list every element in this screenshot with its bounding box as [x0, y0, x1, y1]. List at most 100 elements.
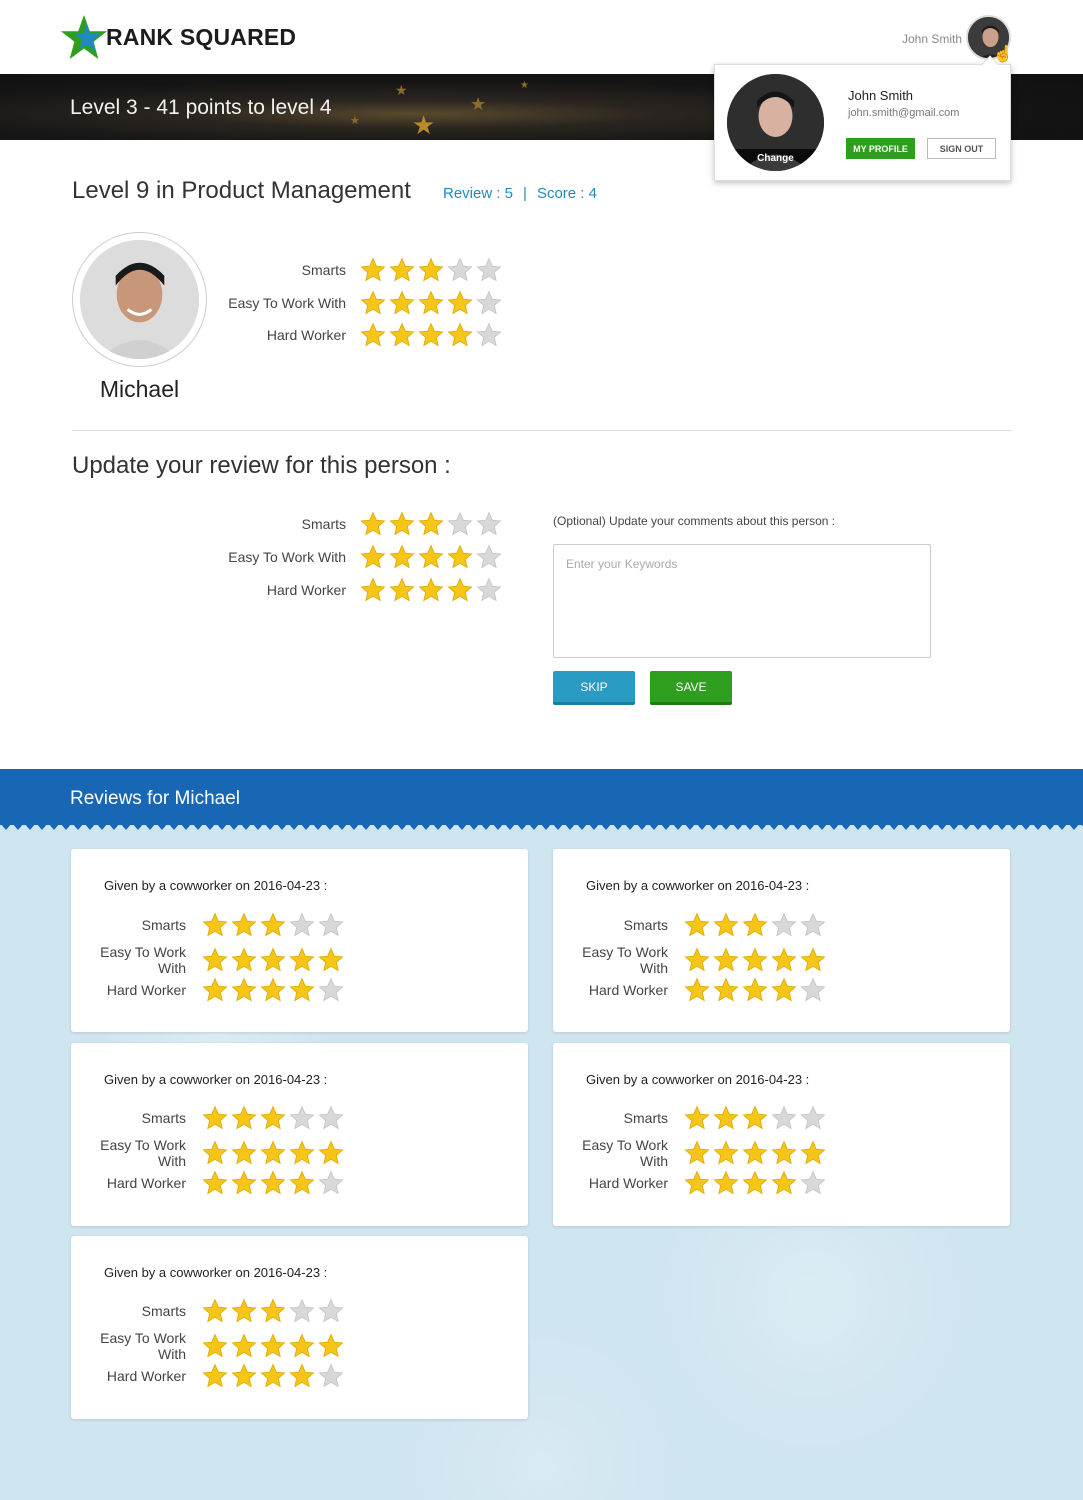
star-icon	[318, 1333, 344, 1358]
header-user-name[interactable]: John Smith	[902, 32, 962, 46]
star-rating	[202, 912, 347, 938]
person-face-icon	[80, 240, 199, 359]
review-rating-easy-to-work-with: Easy To Work With	[71, 1330, 347, 1362]
star-icon	[713, 977, 739, 1002]
star-icon	[360, 257, 386, 282]
rating-label: Hard Worker	[588, 1175, 668, 1191]
star-icon	[800, 912, 826, 937]
star-icon	[231, 1140, 257, 1165]
star-icon	[202, 1363, 228, 1388]
update-review-title: Update your review for this person :	[72, 452, 451, 479]
rating-label: Hard Worker	[106, 1368, 186, 1384]
star-icon	[684, 1170, 710, 1195]
review-card-title: Given by a cowworker on 2016-04-23 :	[586, 1072, 810, 1087]
review-rating-smarts: Smarts	[553, 912, 829, 938]
star-rating-input[interactable]	[360, 511, 505, 537]
star-icon[interactable]	[476, 577, 502, 603]
star-icon	[318, 1298, 344, 1323]
star-icon	[713, 1140, 739, 1165]
star-icon[interactable]	[360, 544, 386, 570]
star-icon[interactable]	[360, 511, 386, 537]
rating-label: Easy To Work With	[582, 1137, 668, 1169]
star-icon	[684, 912, 710, 937]
star-icon	[418, 290, 444, 315]
banner-star-icon: ★	[350, 115, 360, 127]
update-rating-hard-worker[interactable]: Hard Worker	[201, 577, 505, 603]
brand-logo[interactable]: RANK SQUARED	[60, 12, 296, 62]
star-icon[interactable]	[476, 511, 502, 537]
star-icon[interactable]	[447, 577, 473, 603]
star-icon	[684, 977, 710, 1002]
star-icon	[476, 257, 502, 282]
star-rating	[202, 1105, 347, 1131]
level-progress-text: Level 3 - 41 points to level 4	[70, 96, 332, 119]
change-photo-button[interactable]: Change	[727, 149, 824, 171]
update-rating-easy-to-work-with[interactable]: Easy To Work With	[201, 544, 505, 570]
star-rating	[684, 1105, 829, 1131]
zigzag-edge	[0, 823, 1083, 830]
rating-label: Smarts	[141, 917, 186, 933]
star-icon[interactable]	[418, 511, 444, 537]
star-rating	[202, 1298, 347, 1324]
star-icon[interactable]	[447, 544, 473, 570]
product-level-title: Level 9 in Product Management	[72, 177, 411, 204]
star-icon	[289, 1363, 315, 1388]
review-card: Given by a cowworker on 2016-04-23 : Sma…	[71, 1236, 528, 1419]
star-rating-input[interactable]	[360, 577, 505, 603]
star-rating	[202, 947, 347, 973]
star-icon	[742, 912, 768, 937]
my-profile-button[interactable]: MY PROFILE	[846, 138, 915, 159]
star-icon	[800, 1170, 826, 1195]
review-count-link[interactable]: Review : 5	[443, 185, 513, 202]
star-icon[interactable]	[389, 544, 415, 570]
skip-button[interactable]: SKIP	[553, 671, 635, 705]
star-icon	[389, 257, 415, 282]
star-icon	[231, 977, 257, 1002]
star-icon	[713, 1170, 739, 1195]
review-rating-hard-worker: Hard Worker	[553, 1170, 829, 1196]
star-icon	[289, 1333, 315, 1358]
star-icon	[289, 977, 315, 1002]
star-icon[interactable]	[389, 577, 415, 603]
review-rating-hard-worker: Hard Worker	[71, 1170, 347, 1196]
star-icon	[231, 1105, 257, 1130]
star-icon[interactable]	[418, 577, 444, 603]
dropdown-avatar[interactable]: Change	[727, 74, 824, 171]
star-icon	[202, 912, 228, 937]
save-button[interactable]: SAVE	[650, 671, 732, 705]
review-card: Given by a cowworker on 2016-04-23 : Sma…	[71, 849, 528, 1032]
person-rating-easy-to-work-with: Easy To Work With	[201, 290, 505, 316]
star-icon	[260, 977, 286, 1002]
star-rating-input[interactable]	[360, 544, 505, 570]
review-rating-easy-to-work-with: Easy To Work With	[71, 944, 347, 976]
star-icon[interactable]	[389, 511, 415, 537]
star-icon	[360, 290, 386, 315]
star-icon	[447, 322, 473, 347]
review-card-title: Given by a cowworker on 2016-04-23 :	[104, 1072, 328, 1087]
star-rating	[202, 1170, 347, 1196]
star-icon	[684, 1140, 710, 1165]
star-icon	[800, 947, 826, 972]
star-icon	[260, 1170, 286, 1195]
star-icon[interactable]	[418, 544, 444, 570]
comment-input[interactable]	[553, 544, 931, 658]
review-rating-smarts: Smarts	[71, 1298, 347, 1324]
rating-label: Smarts	[301, 262, 346, 278]
star-rating	[684, 1170, 829, 1196]
section-divider	[72, 430, 1011, 431]
profile-dropdown: Change John Smith john.smith@gmail.com M…	[714, 55, 1011, 181]
star-icon	[260, 1140, 286, 1165]
star-icon	[289, 947, 315, 972]
star-icon	[476, 290, 502, 315]
star-rating	[360, 322, 505, 348]
update-rating-smarts[interactable]: Smarts	[201, 511, 505, 537]
star-icon	[742, 1105, 768, 1130]
star-icon[interactable]	[360, 577, 386, 603]
star-rating	[202, 1363, 347, 1389]
star-icon[interactable]	[476, 544, 502, 570]
sign-out-button[interactable]: SIGN OUT	[927, 138, 996, 159]
star-icon[interactable]	[447, 511, 473, 537]
score-link[interactable]: Score : 4	[537, 185, 597, 202]
star-icon	[771, 1170, 797, 1195]
rating-label: Hard Worker	[266, 327, 346, 343]
